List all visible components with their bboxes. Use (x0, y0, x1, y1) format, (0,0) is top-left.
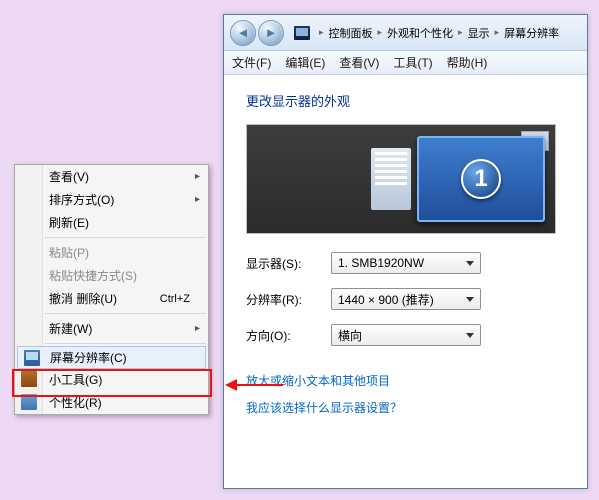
orientation-dropdown[interactable]: 横向 (331, 324, 481, 346)
menu-separator (45, 313, 206, 314)
menu-file[interactable]: 文件(F) (232, 54, 271, 71)
breadcrumb-item[interactable]: 外观和个性化 (387, 25, 453, 41)
gadget-icon (21, 371, 37, 387)
menu-separator (45, 343, 206, 344)
menu-item-gadgets[interactable]: 小工具(G) (15, 368, 208, 391)
breadcrumb[interactable]: ▸ 控制面板 ▸ 外观和个性化 ▸ 显示 ▸ 屏幕分辨率 (294, 25, 559, 41)
menu-edit[interactable]: 编辑(E) (285, 54, 325, 71)
link-text-size[interactable]: 放大或缩小文本和其他项目 (246, 372, 565, 389)
menu-item-screen-resolution[interactable]: 屏幕分辨率(C) (17, 346, 206, 369)
display-preview[interactable]: 1 (246, 124, 556, 234)
menu-view[interactable]: 查看(V) (339, 54, 379, 71)
display-dropdown[interactable]: 1. SMB1920NW (331, 252, 481, 274)
display-label: 显示器(S): (246, 255, 331, 272)
menu-tools[interactable]: 工具(T) (393, 54, 432, 71)
orientation-label: 方向(O): (246, 327, 331, 344)
page-title: 更改显示器的外观 (246, 91, 565, 110)
window-header: ◄ ► ▸ 控制面板 ▸ 外观和个性化 ▸ 显示 ▸ 屏幕分辨率 (224, 15, 587, 51)
monitor-number-badge: 1 (461, 159, 501, 199)
window-content: 更改显示器的外观 1 显示器(S): 1. SMB1920NW 分辨率(R): … (224, 75, 587, 442)
nav-forward-button[interactable]: ► (258, 20, 284, 46)
menubar: 文件(F) 编辑(E) 查看(V) 工具(T) 帮助(H) (224, 51, 587, 75)
link-display-settings-help[interactable]: 我应该选择什么显示器设置？ (246, 399, 565, 416)
monitor-icon (24, 350, 40, 366)
menu-separator (45, 237, 206, 238)
menu-shortcut: Ctrl+Z (160, 293, 190, 305)
control-panel-icon (294, 26, 310, 40)
personalize-icon (21, 394, 37, 410)
breadcrumb-item[interactable]: 显示 (468, 25, 490, 41)
monitor-preview-1[interactable]: 1 (417, 136, 545, 222)
breadcrumb-item[interactable]: 屏幕分辨率 (504, 25, 559, 41)
menu-item-paste: 粘贴(P) (15, 241, 208, 264)
breadcrumb-item[interactable]: 控制面板 (329, 25, 373, 41)
resolution-dropdown[interactable]: 1440 × 900 (推荐) (331, 288, 481, 310)
display-settings-window: ◄ ► ▸ 控制面板 ▸ 外观和个性化 ▸ 显示 ▸ 屏幕分辨率 文件(F) 编… (223, 14, 588, 489)
nav-back-button[interactable]: ◄ (230, 20, 256, 46)
menu-item-paste-shortcut: 粘贴快捷方式(S) (15, 264, 208, 287)
menu-item-undo-delete[interactable]: 撤消 删除(U)Ctrl+Z (15, 287, 208, 310)
menu-item-view[interactable]: 查看(V) (15, 165, 208, 188)
menu-item-sort[interactable]: 排序方式(O) (15, 188, 208, 211)
desktop-context-menu: 查看(V) 排序方式(O) 刷新(E) 粘贴(P) 粘贴快捷方式(S) 撤消 删… (14, 164, 209, 415)
menu-item-personalize[interactable]: 个性化(R) (15, 391, 208, 414)
links-section: 放大或缩小文本和其他项目 我应该选择什么显示器设置？ (246, 372, 565, 416)
menu-item-refresh[interactable]: 刷新(E) (15, 211, 208, 234)
menu-item-new[interactable]: 新建(W) (15, 317, 208, 340)
resolution-label: 分辨率(R): (246, 291, 331, 308)
menu-help[interactable]: 帮助(H) (447, 54, 488, 71)
